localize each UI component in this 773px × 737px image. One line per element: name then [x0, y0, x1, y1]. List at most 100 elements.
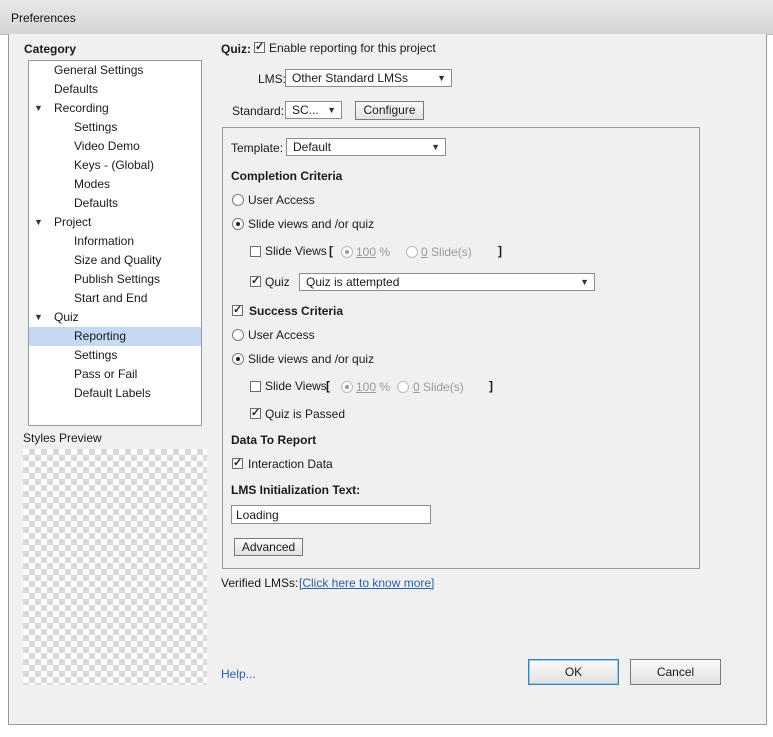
sidebar-item-project[interactable]: ▼ Project: [29, 213, 201, 232]
interaction-data-label: Interaction Data: [248, 457, 333, 471]
sidebar-item-defaults[interactable]: Defaults: [29, 80, 201, 99]
sidebar-item-label: Recording: [54, 101, 109, 115]
completion-slide-views-checkbox[interactable]: [250, 246, 261, 257]
success-percent-value: 100: [356, 380, 377, 394]
lms-dropdown[interactable]: Other Standard LMSs ▼: [285, 69, 452, 87]
sidebar-item-keys-global[interactable]: Keys - (Global): [29, 156, 201, 175]
standard-value: SC...: [292, 103, 319, 117]
configure-button[interactable]: Configure: [355, 101, 424, 120]
verified-lms-label: Verified LMSs:: [221, 576, 299, 590]
completion-slide-views-label: Slide Views: [265, 244, 327, 258]
sidebar-item-label: Settings: [74, 348, 118, 362]
completion-quiz-dropdown[interactable]: Quiz is attempted ▼: [299, 273, 595, 291]
sidebar-item-label: Publish Settings: [74, 272, 161, 286]
sidebar-item-label: Modes: [74, 177, 111, 191]
sidebar-item-modes[interactable]: Modes: [29, 175, 201, 194]
success-open-bracket: [: [326, 379, 330, 393]
success-percent: 100 %: [356, 380, 390, 394]
sidebar-item-label: Settings: [74, 120, 118, 134]
standard-dropdown[interactable]: SC... ▼: [285, 101, 342, 119]
completion-slides-value: 0: [421, 245, 428, 259]
completion-open-bracket: [: [329, 244, 333, 258]
enable-reporting-checkbox[interactable]: [254, 40, 265, 53]
completion-user-access-radio[interactable]: [232, 194, 244, 206]
completion-slide-views-quiz-radio[interactable]: [232, 218, 244, 230]
completion-quiz-checkbox[interactable]: [250, 274, 261, 287]
template-label: Template:: [231, 141, 284, 155]
completion-criteria-heading: Completion Criteria: [231, 169, 343, 183]
advanced-button[interactable]: Advanced: [234, 538, 303, 556]
sidebar-item-information[interactable]: Information: [29, 232, 201, 251]
expand-triangle-icon[interactable]: ▼: [34, 99, 43, 118]
category-tree[interactable]: General Settings Defaults ▼ Recording Settin…: [28, 60, 202, 426]
lms-value: Other Standard LMSs: [292, 71, 409, 85]
quiz-label: Quiz:: [221, 42, 251, 56]
sidebar-item-label: Quiz: [54, 310, 79, 324]
chevron-down-icon: ▼: [580, 277, 589, 287]
success-percent-unit: %: [376, 380, 391, 394]
sidebar-item-label: Pass or Fail: [74, 367, 138, 381]
styles-preview-label: Styles Preview: [23, 431, 102, 445]
lms-label: LMS:: [258, 72, 287, 86]
success-criteria-checkbox[interactable]: [232, 303, 243, 316]
help-link[interactable]: Help...: [221, 667, 256, 681]
template-dropdown[interactable]: Default ▼: [286, 138, 446, 156]
sidebar-item-video-demo[interactable]: Video Demo: [29, 137, 201, 156]
lms-init-input[interactable]: [231, 505, 431, 524]
success-slide-views-quiz-radio[interactable]: [232, 353, 244, 365]
success-slides-radio[interactable]: [397, 381, 409, 393]
completion-slides-radio[interactable]: [406, 246, 418, 258]
sidebar-item-recording[interactable]: ▼ Recording: [29, 99, 201, 118]
completion-slides-unit: Slide(s): [427, 245, 472, 259]
success-slides-unit: Slide(s): [419, 380, 464, 394]
success-user-access-label: User Access: [248, 328, 315, 342]
sidebar-item-defaults[interactable]: Defaults: [29, 194, 201, 213]
ok-button[interactable]: OK: [528, 659, 619, 685]
sidebar-item-quiz[interactable]: ▼ Quiz: [29, 308, 201, 327]
title-bar: Preferences: [0, 0, 773, 35]
sidebar-item-default-labels[interactable]: Default Labels: [29, 384, 201, 403]
sidebar-item-publish-settings[interactable]: Publish Settings: [29, 270, 201, 289]
interaction-data-checkbox[interactable]: [232, 456, 243, 469]
category-label: Category: [24, 42, 77, 56]
completion-percent-unit: %: [376, 245, 391, 259]
chevron-down-icon: ▼: [431, 142, 440, 152]
completion-percent: 100 %: [356, 245, 390, 259]
completion-slide-views-quiz-label: Slide views and /or quiz: [248, 217, 375, 231]
verified-lms-link[interactable]: [Click here to know more]: [299, 576, 434, 590]
success-close-bracket: ]: [489, 379, 493, 393]
expand-triangle-icon[interactable]: ▼: [34, 308, 43, 327]
sidebar-item-label: Default Labels: [74, 386, 151, 400]
cancel-button[interactable]: Cancel: [630, 659, 721, 685]
completion-quiz-label: Quiz: [265, 275, 290, 289]
sidebar-item-label: Size and Quality: [74, 253, 162, 267]
success-slide-views-quiz-label: Slide views and /or quiz: [248, 352, 375, 366]
quiz-passed-label: Quiz is Passed: [265, 407, 346, 421]
styles-preview: [23, 449, 207, 685]
success-criteria-heading: Success Criteria: [249, 304, 344, 318]
sidebar-item-pass-or-fail[interactable]: Pass or Fail: [29, 365, 201, 384]
chevron-down-icon: ▼: [327, 105, 336, 115]
success-slide-views-checkbox[interactable]: [250, 381, 261, 392]
completion-quiz-value: Quiz is attempted: [306, 275, 400, 289]
sidebar-item-label: Defaults: [54, 82, 99, 96]
sidebar-item-general-settings[interactable]: General Settings: [29, 61, 201, 80]
sidebar-item-reporting[interactable]: Reporting: [29, 327, 201, 346]
expand-triangle-icon[interactable]: ▼: [34, 213, 43, 232]
sidebar-item-settings[interactable]: Settings: [29, 346, 201, 365]
sidebar-item-label: Project: [54, 215, 92, 229]
sidebar-item-label: Defaults: [74, 196, 119, 210]
completion-close-bracket: ]: [498, 244, 502, 258]
quiz-passed-checkbox[interactable]: [250, 406, 261, 419]
chevron-down-icon: ▼: [437, 73, 446, 83]
sidebar-item-size-and-quality[interactable]: Size and Quality: [29, 251, 201, 270]
sidebar-item-label: General Settings: [54, 63, 144, 77]
success-percent-radio[interactable]: [341, 381, 353, 393]
success-user-access-radio[interactable]: [232, 329, 244, 341]
sidebar-item-label: Reporting: [74, 329, 127, 343]
sidebar-item-settings[interactable]: Settings: [29, 118, 201, 137]
sidebar-item-label: Information: [74, 234, 135, 248]
window-title: Preferences: [11, 11, 76, 25]
sidebar-item-start-and-end[interactable]: Start and End: [29, 289, 201, 308]
completion-percent-radio[interactable]: [341, 246, 353, 258]
